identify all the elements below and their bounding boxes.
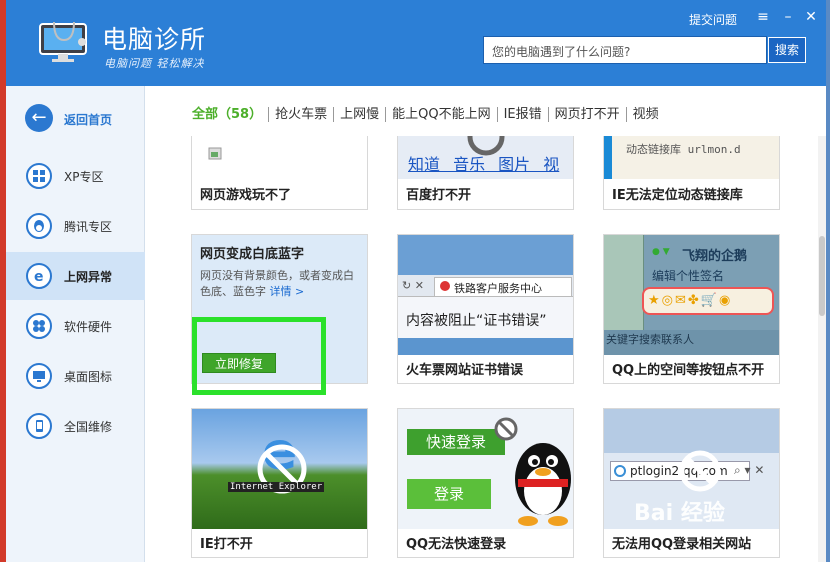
tab-ie-error[interactable]: IE报错 (496, 107, 548, 122)
card-qq-login-sites[interactable]: ptlogin2.qq.com ⌕ ▾ ✕ Bai 经验 无法用QQ登录相关网站 (603, 408, 780, 558)
scrollbar-thumb[interactable] (819, 236, 825, 316)
qq-penguin-icon (26, 213, 52, 239)
sidebar-item-network[interactable]: e 上网异常 (6, 252, 145, 300)
thumb-text: 内容被阻止“证书错误” (406, 313, 547, 329)
arrow-left-icon: ← (25, 104, 53, 132)
app-title: 电脑诊所 (102, 25, 207, 54)
tab-slow-internet[interactable]: 上网慢 (333, 107, 385, 122)
card-title: 网页变成白底蓝字 (200, 247, 305, 262)
qq-penguin-icon (494, 417, 571, 526)
windows-icon (26, 163, 52, 189)
sidebar-item-label: 腾讯专区 (64, 220, 113, 234)
thumb-signature: 编辑个性签名 (652, 269, 725, 283)
card-title: 火车票网站证书错误 (406, 363, 524, 378)
svg-text:e: e (34, 269, 44, 284)
card-title: IE无法定位动态链接库 (612, 188, 743, 203)
sidebar: ← 返回首页 XP专区 腾讯专区 e 上网异常 软件硬件 桌面图标 全国维修 (6, 86, 145, 562)
qq-app-icons: ★◎✉✤🛒◉ (648, 293, 733, 308)
minimize-icon[interactable]: – (780, 9, 796, 25)
monitor-stethoscope-icon (39, 21, 87, 62)
railway-logo-icon (440, 281, 450, 291)
sidebar-item-repair[interactable]: 全国维修 (6, 402, 145, 450)
app-slogan: 电脑问题 轻松解决 (104, 57, 205, 70)
card-description: 网页没有背景颜色，或者变成白色底、蓝色字 详情 > (200, 269, 354, 298)
detail-link[interactable]: 详情 > (270, 285, 305, 298)
desktop-background-right (826, 0, 830, 562)
puzzle-icon (26, 313, 52, 339)
card-title: 无法用QQ登录相关网站 (612, 537, 752, 552)
category-tabs: 全部（58） 抢火车票 上网慢 能上QQ不能上网 IE报错 网页打不开 视频 (192, 107, 665, 127)
card-baidu-wont-open[interactable]: 知道 音乐 图片 视 百度打不开 (397, 136, 574, 210)
fix-now-button[interactable]: 立即修复 (202, 353, 276, 373)
card-title: IE打不开 (200, 537, 253, 552)
refresh-icon: ↻ ✕ (402, 279, 424, 292)
menu-icon[interactable]: ≡ (755, 9, 771, 25)
search-input[interactable]: 您的电脑遇到了什么问题? (483, 36, 767, 64)
card-title: 百度打不开 (406, 188, 472, 203)
thumb-tab-title: 铁路客户服务中心 (454, 282, 542, 295)
sidebar-item-software-hardware[interactable]: 软件硬件 (6, 302, 145, 350)
sidebar-item-label: 全国维修 (64, 420, 113, 434)
thumb-name: 飞翔的企鹅 (682, 249, 748, 264)
sidebar-item-label: 桌面图标 (64, 370, 113, 384)
content-grid: 网页游戏玩不了 知道 音乐 图片 视 百度打不开 动态链接库 urlmon.d … (146, 136, 826, 562)
card-train-ticket-cert[interactable]: ↻ ✕ 铁路客户服务中心 内容被阻止“证书错误” 火车票网站证书错误 (397, 234, 574, 384)
card-white-blue-page[interactable]: 网页变成白底蓝字 网页没有背景颜色，或者变成白色底、蓝色字 详情 > 立即修复 (191, 234, 368, 395)
sidebar-item-desktop-icons[interactable]: 桌面图标 (6, 352, 145, 400)
ie-icon: e (26, 263, 52, 289)
card-qq-space-buttons[interactable]: ● ▼ 飞翔的企鹅 编辑个性签名 ★◎✉✤🛒◉ 关键字搜索联系人 QQ上的空间等… (603, 234, 780, 384)
card-title: QQ上的空间等按钮点不开 (612, 363, 765, 378)
thumb-search: 关键字搜索联系人 (606, 333, 694, 346)
content-scrollbar[interactable] (818, 136, 826, 562)
qq-buttons-highlight: ★◎✉✤🛒◉ (642, 287, 774, 315)
thumb-text: Internet Explorer (228, 482, 325, 492)
header: 电脑诊所 电脑问题 轻松解决 提交问题 ≡ – ✕ 您的电脑遇到了什么问题? 搜… (6, 0, 826, 86)
tab-all[interactable]: 全部（58） (192, 107, 268, 122)
sidebar-item-label: 软件硬件 (64, 320, 113, 334)
card-ie-dll[interactable]: 动态链接库 urlmon.d IE无法定位动态链接库 (603, 136, 780, 210)
sidebar-item-xp[interactable]: XP专区 (6, 152, 145, 200)
thumb-text: 动态链接库 urlmon.d (626, 143, 741, 156)
search-button[interactable]: 搜索 (768, 37, 806, 63)
card-thumbnail: ptlogin2.qq.com ⌕ ▾ ✕ Bai 经验 (604, 409, 779, 529)
tab-qq-no-internet[interactable]: 能上QQ不能上网 (385, 107, 496, 122)
card-title: 网页游戏玩不了 (200, 188, 292, 203)
phone-icon (26, 413, 52, 439)
broken-image-icon (208, 147, 222, 160)
card-thumbnail: 快速登录 登录 (398, 409, 573, 529)
card-thumbnail: 知道 音乐 图片 视 (398, 136, 573, 179)
card-ie-wont-open[interactable]: e Internet Explorer IE打不开 (191, 408, 368, 558)
app-window: 电脑诊所 电脑问题 轻松解决 提交问题 ≡ – ✕ 您的电脑遇到了什么问题? 搜… (6, 0, 826, 562)
card-thumbnail: ● ▼ 飞翔的企鹅 编辑个性签名 ★◎✉✤🛒◉ 关键字搜索联系人 (604, 235, 779, 355)
watermark: Bai 经验 (634, 501, 725, 526)
card-thumbnail: ↻ ✕ 铁路客户服务中心 内容被阻止“证书错误” (398, 235, 573, 355)
sidebar-item-back-home[interactable]: ← 返回首页 (6, 86, 145, 146)
ie-logo-icon: e (257, 422, 307, 494)
sidebar-item-label: 返回首页 (64, 113, 113, 127)
thumb-text: 知道 音乐 图片 视 (408, 155, 560, 174)
close-icon[interactable]: ✕ (803, 9, 819, 25)
tab-video[interactable]: 视频 (625, 107, 665, 122)
sidebar-item-label: 上网异常 (64, 270, 113, 284)
sidebar-item-tencent[interactable]: 腾讯专区 (6, 202, 145, 250)
sidebar-item-label: XP专区 (64, 170, 104, 184)
card-thumbnail (192, 136, 367, 179)
card-title: QQ无法快速登录 (406, 537, 507, 552)
submit-question-link[interactable]: 提交问题 (689, 11, 737, 28)
tab-page-wont-open[interactable]: 网页打不开 (547, 107, 626, 122)
card-thumbnail: 动态链接库 urlmon.d (604, 136, 779, 179)
card-qq-quick-login[interactable]: 快速登录 登录 QQ无法快速登录 (397, 408, 574, 558)
card-thumbnail: e Internet Explorer (192, 409, 367, 529)
card-web-game[interactable]: 网页游戏玩不了 (191, 136, 368, 210)
tab-train-tickets[interactable]: 抢火车票 (268, 107, 333, 122)
monitor-icon (26, 363, 52, 389)
